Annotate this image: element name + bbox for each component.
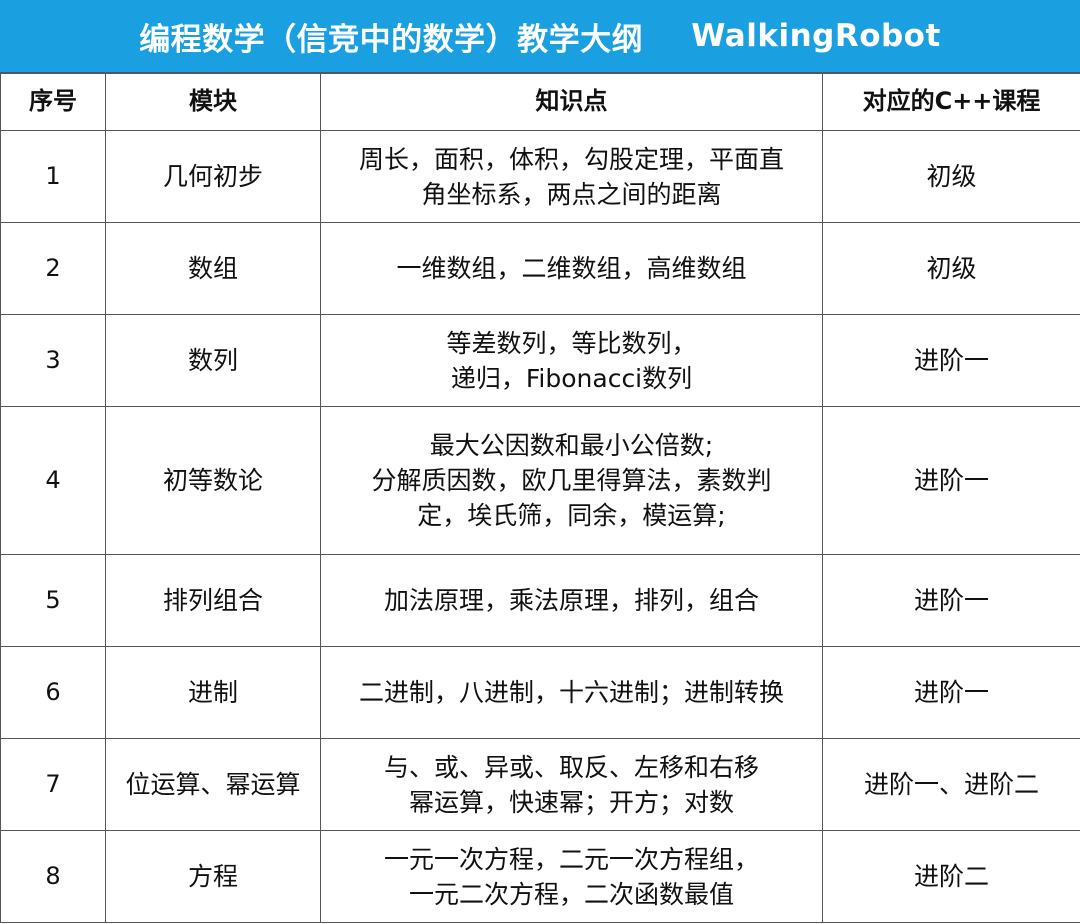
table-row: 4 初等数论 最大公因数和最小公倍数; 分解质因数，欧几里得算法，素数判 定，埃… <box>0 406 1080 555</box>
title-bar: 编程数学（信竞中的数学）教学大纲 WalkingRobot <box>0 0 1080 73</box>
cell-no: 2 <box>0 222 106 315</box>
cell-module: 几何初步 <box>105 130 321 223</box>
cell-knowledge: 二进制，八进制，十六进制；进制转换 <box>320 646 823 739</box>
cell-course: 初级 <box>822 130 1080 223</box>
cell-knowledge: 与、或、异或、取反、左移和右移 幂运算，快速幂；开方；对数 <box>320 738 823 831</box>
cell-course: 进阶一 <box>822 554 1080 647</box>
cell-module: 方程 <box>105 830 321 923</box>
table-row: 8 方程 一元一次方程，二元一次方程组， 一元二次方程，二次函数最值 进阶二 <box>0 830 1080 923</box>
table-header-row: 序号 模块 知识点 对应的C++课程 <box>0 73 1080 131</box>
header-no: 序号 <box>0 73 106 131</box>
header-course: 对应的C++课程 <box>822 73 1080 131</box>
cell-module: 排列组合 <box>105 554 321 647</box>
table-row: 5 排列组合 加法原理，乘法原理，排列，组合 进阶一 <box>0 554 1080 647</box>
cell-knowledge: 加法原理，乘法原理，排列，组合 <box>320 554 823 647</box>
cell-course: 进阶二 <box>822 830 1080 923</box>
cell-no: 1 <box>0 130 106 223</box>
syllabus-sheet: 编程数学（信竞中的数学）教学大纲 WalkingRobot 序号 模块 知识点 … <box>0 0 1080 924</box>
header-module: 模块 <box>105 73 321 131</box>
cell-course: 进阶一、进阶二 <box>822 738 1080 831</box>
cell-no: 4 <box>0 406 106 555</box>
title-brand: WalkingRobot <box>691 18 941 54</box>
cell-course: 进阶一 <box>822 314 1080 407</box>
cell-no: 5 <box>0 554 106 647</box>
table-row: 6 进制 二进制，八进制，十六进制；进制转换 进阶一 <box>0 646 1080 739</box>
cell-no: 6 <box>0 646 106 739</box>
title-main: 编程数学（信竞中的数学）教学大纲 <box>139 21 644 58</box>
cell-knowledge: 周长，面积，体积，勾股定理，平面直 角坐标系，两点之间的距离 <box>320 130 823 223</box>
cell-no: 7 <box>0 738 106 831</box>
cell-course: 进阶一 <box>822 406 1080 555</box>
cell-knowledge: 最大公因数和最小公倍数; 分解质因数，欧几里得算法，素数判 定，埃氏筛，同余，模… <box>320 406 823 555</box>
cell-module: 数列 <box>105 314 321 407</box>
table-row: 1 几何初步 周长，面积，体积，勾股定理，平面直 角坐标系，两点之间的距离 初级 <box>0 130 1080 223</box>
cell-course: 进阶一 <box>822 646 1080 739</box>
table-row: 3 数列 等差数列，等比数列， 递归，Fibonacci数列 进阶一 <box>0 314 1080 407</box>
header-knowledge: 知识点 <box>320 73 823 131</box>
cell-module: 数组 <box>105 222 321 315</box>
cell-no: 8 <box>0 830 106 923</box>
cell-knowledge: 一维数组，二维数组，高维数组 <box>320 222 823 315</box>
cell-module: 初等数论 <box>105 406 321 555</box>
cell-knowledge: 一元一次方程，二元一次方程组， 一元二次方程，二次函数最值 <box>320 830 823 923</box>
syllabus-table: 序号 模块 知识点 对应的C++课程 1 几何初步 周长，面积，体积，勾股定理，… <box>0 73 1080 923</box>
table-row: 2 数组 一维数组，二维数组，高维数组 初级 <box>0 222 1080 315</box>
cell-no: 3 <box>0 314 106 407</box>
table-row: 7 位运算、幂运算 与、或、异或、取反、左移和右移 幂运算，快速幂；开方；对数 … <box>0 738 1080 831</box>
cell-module: 进制 <box>105 646 321 739</box>
cell-module: 位运算、幂运算 <box>105 738 321 831</box>
cell-course: 初级 <box>822 222 1080 315</box>
cell-knowledge: 等差数列，等比数列， 递归，Fibonacci数列 <box>320 314 823 407</box>
